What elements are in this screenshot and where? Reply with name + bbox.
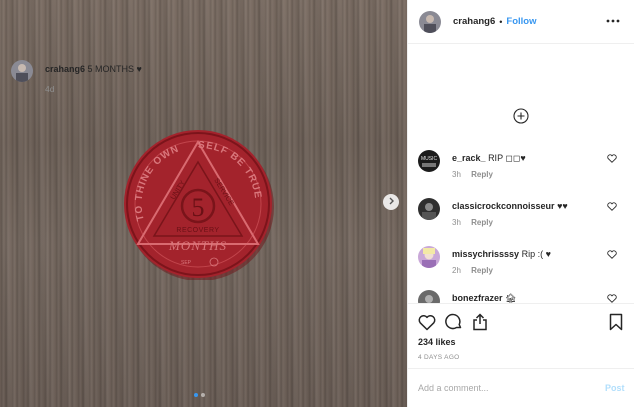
avatar[interactable]	[419, 10, 441, 33]
caption-text: crahang6 5 MONTHS ♥	[45, 64, 142, 82]
carousel-dot	[194, 393, 198, 397]
comment-text: classicrockconnoisseur ♥♥	[452, 201, 568, 212]
comment-body: RIP ◻◻♥	[488, 153, 526, 163]
separator-dot: •	[499, 16, 503, 27]
comment-body: ♥♥	[557, 201, 568, 211]
carousel-dot	[201, 393, 205, 397]
heart-icon[interactable]	[418, 314, 436, 333]
comment-username[interactable]: bonezfrazer	[452, 293, 503, 303]
comment-item: classicrockconnoisseur ♥♥ 3h Reply	[418, 198, 623, 232]
comment-text: e_rack_ RIP ◻◻♥	[452, 153, 526, 164]
avatar[interactable]	[418, 198, 440, 220]
caption-username[interactable]: crahang6	[45, 64, 85, 74]
comment-meta: 3h Reply	[452, 170, 493, 179]
comment-body: Rip :( ♥	[521, 249, 551, 259]
reply-button[interactable]: Reply	[471, 218, 493, 227]
avatar[interactable]	[418, 246, 440, 268]
heart-icon[interactable]	[607, 154, 617, 165]
comment-item: missychrissssy Rip :( ♥ 2h Reply	[418, 246, 623, 280]
coin-months: MONTHS	[168, 238, 227, 253]
action-bar	[418, 313, 488, 333]
post-comment-button[interactable]: Post	[605, 383, 625, 393]
comment-icon[interactable]	[445, 313, 463, 333]
comment-time: 2h	[452, 266, 461, 275]
heart-icon[interactable]	[607, 202, 617, 213]
carousel-indicator	[194, 393, 205, 397]
avatar[interactable]: MUSIC	[418, 150, 440, 172]
sobriety-coin: 5 TO THINE OWN SELF BE TRUE UNITY SERVIC…	[122, 128, 274, 282]
chevron-right-icon	[387, 197, 395, 207]
caption-timestamp: 4d	[45, 84, 55, 94]
comment-username[interactable]: classicrockconnoisseur	[452, 201, 555, 211]
post-caption: crahang6 5 MONTHS ♥	[11, 60, 216, 82]
post-date: 4 DAYS AGO	[418, 354, 460, 361]
comment-time: 3h	[452, 218, 461, 227]
comment-username[interactable]: missychrissssy	[452, 249, 519, 259]
plus-circle-icon[interactable]	[513, 108, 529, 126]
likes-count[interactable]: 234 likes	[418, 337, 456, 347]
comment-item: bonezfrazer 🏚	[418, 290, 623, 303]
comment-meta: 3h Reply	[452, 218, 493, 227]
svg-text:MUSIC: MUSIC	[421, 156, 438, 162]
post-header: crahang6 • Follow	[408, 0, 634, 44]
comment-text: missychrissssy Rip :( ♥	[452, 249, 551, 260]
username-link[interactable]: crahang6	[453, 16, 495, 27]
bookmark-icon[interactable]	[609, 313, 623, 333]
comment-body: 🏚	[505, 293, 517, 303]
reply-button[interactable]: Reply	[471, 266, 493, 275]
next-photo-button[interactable]	[383, 194, 399, 210]
heart-icon[interactable]	[607, 294, 617, 303]
comment-meta: 2h Reply	[452, 266, 493, 275]
avatar[interactable]	[11, 60, 33, 82]
follow-button[interactable]: Follow	[506, 16, 536, 27]
divider	[408, 303, 634, 304]
caption-body: 5 MONTHS ♥	[87, 64, 142, 74]
avatar[interactable]	[418, 290, 440, 303]
comment-item: MUSIC e_rack_ RIP ◻◻♥ 3h Reply	[418, 150, 623, 184]
coin-number: 5	[192, 193, 205, 222]
share-icon[interactable]	[472, 313, 488, 333]
divider	[408, 368, 634, 369]
coin-recovery: RECOVERY	[176, 227, 219, 234]
comment-time: 3h	[452, 170, 461, 179]
add-comment-input[interactable]: Add a comment...	[418, 383, 489, 393]
comment-username[interactable]: e_rack_	[452, 153, 486, 163]
reply-button[interactable]: Reply	[471, 170, 493, 179]
comment-text: bonezfrazer 🏚	[452, 293, 516, 303]
coin-small-text: SEP	[181, 260, 192, 266]
heart-icon[interactable]	[607, 250, 617, 261]
more-options-icon[interactable]	[606, 14, 620, 28]
